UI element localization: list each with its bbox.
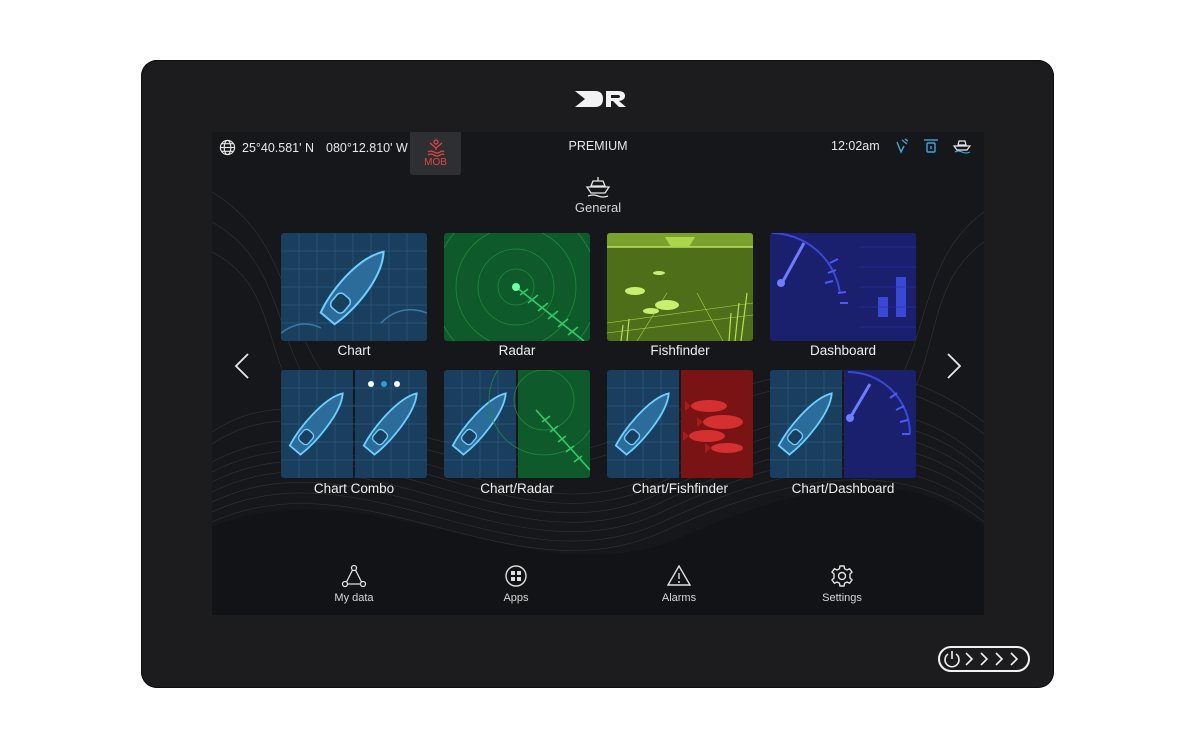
my-data-icon [341, 564, 367, 588]
chart-radar-thumbnail [444, 370, 590, 478]
app-label: Chart/Radar [480, 481, 554, 496]
app-label: Chart/Fishfinder [631, 481, 729, 496]
nav-label: Apps [503, 592, 529, 604]
gear-icon [831, 565, 853, 587]
nav-label: My data [334, 592, 374, 604]
nav-settings[interactable]: Settings [782, 564, 902, 604]
power-button[interactable] [938, 646, 1030, 672]
page-dot[interactable] [394, 381, 400, 387]
chart-dashboard-thumbnail [770, 370, 916, 478]
app-tile-dashboard[interactable] [770, 233, 916, 341]
app-tile-fishfinder[interactable] [607, 233, 753, 341]
app-label: Dashboard [809, 343, 877, 358]
app-tile-chart-combo[interactable] [281, 370, 427, 478]
chart-combo-thumbnail [281, 370, 427, 478]
boat-status-icon[interactable] [953, 138, 971, 154]
page-dot[interactable] [368, 381, 374, 387]
nav-label: Alarms [661, 592, 697, 604]
page-indicator [368, 381, 400, 387]
app-label: Fishfinder [650, 343, 710, 358]
radar-thumbnail [444, 233, 590, 341]
dashboard-thumbnail [770, 233, 916, 341]
brand-logo [575, 91, 626, 107]
app-tile-chart[interactable] [281, 233, 427, 341]
nav-my-data[interactable]: My data [294, 564, 414, 604]
app-label: Chart [337, 343, 371, 358]
nav-label: Settings [822, 592, 862, 604]
chart-thumbnail [281, 233, 427, 341]
gps-satellite-icon[interactable] [895, 138, 909, 154]
app-group[interactable]: General [212, 176, 984, 215]
mob-label: MOB [424, 157, 447, 168]
apps-grid-icon [505, 565, 527, 587]
app-tile-radar[interactable] [444, 233, 590, 341]
fishfinder-thumbnail [607, 233, 753, 341]
status-bar: 25°40.581' N 080°12.810' W MOB PREMIUM 1… [212, 132, 984, 175]
page-dot-active[interactable] [381, 381, 387, 387]
app-tile-chart-fishfinder[interactable] [607, 370, 753, 478]
app-tile-chart-radar[interactable] [444, 370, 590, 478]
app-tile-chart-dashboard[interactable] [770, 370, 916, 478]
alarm-triangle-icon [667, 564, 691, 586]
clock: 12:02am [831, 139, 880, 153]
nav-alarms[interactable]: Alarms [619, 564, 739, 604]
chevron-right-icon[interactable] [944, 352, 964, 380]
power-icon [944, 651, 1019, 668]
chart-fishfinder-thumbnail [607, 370, 753, 478]
sonar-icon[interactable] [923, 138, 939, 154]
app-label: Chart Combo [313, 481, 395, 496]
app-label: Chart/Dashboard [791, 481, 895, 496]
boat-icon [585, 177, 611, 198]
nav-apps[interactable]: Apps [456, 564, 576, 604]
app-label: Radar [498, 343, 536, 358]
chevron-left-icon[interactable] [232, 352, 252, 380]
app-group-label: General [574, 200, 622, 215]
